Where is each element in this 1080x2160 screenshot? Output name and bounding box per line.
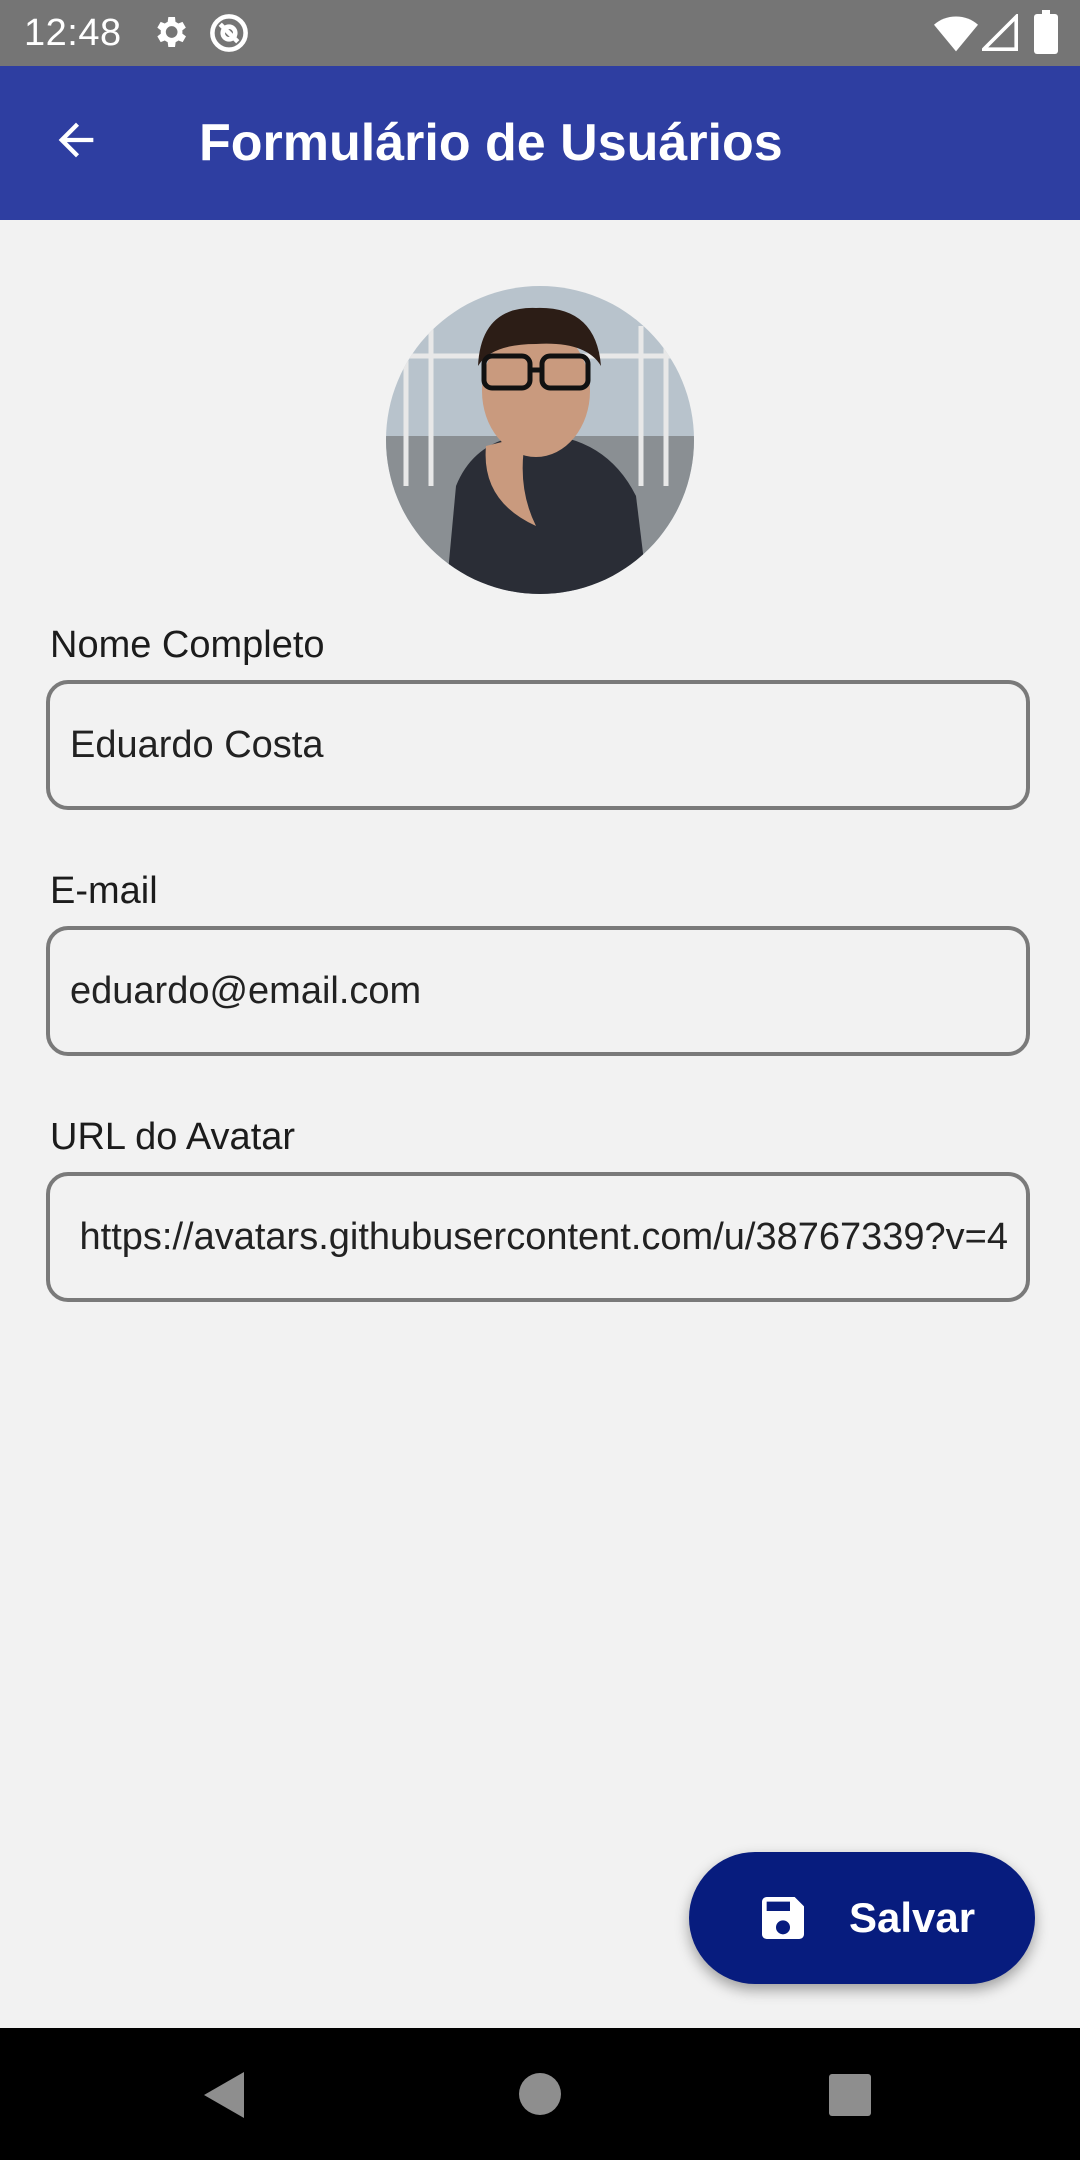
email-field[interactable]: eduardo@email.com	[46, 926, 1030, 1056]
wifi-icon	[934, 14, 978, 57]
name-field-value: Eduardo Costa	[70, 724, 324, 766]
at-sign-icon	[208, 12, 250, 59]
name-field-label: Nome Completo	[50, 624, 325, 666]
status-bar: 12:48	[0, 0, 1080, 66]
page-title: Formulário de Usuários	[199, 114, 783, 172]
home-circle-icon[interactable]	[518, 2072, 562, 2121]
status-time: 12:48	[24, 12, 122, 54]
save-icon	[755, 1890, 811, 1951]
save-button[interactable]: Salvar	[689, 1852, 1035, 1984]
system-nav-bar	[0, 2028, 1080, 2160]
recents-square-icon[interactable]	[829, 2074, 871, 2121]
back-triangle-icon[interactable]	[200, 2070, 246, 2125]
app-bar: Formulário de Usuários	[0, 66, 1080, 220]
email-field-label: E-mail	[50, 870, 158, 912]
avatar-url-field[interactable]: https://avatars.githubusercontent.com/u/…	[46, 1172, 1030, 1302]
save-button-label: Salvar	[849, 1894, 976, 1941]
battery-icon	[1034, 10, 1058, 59]
back-button[interactable]	[36, 102, 116, 182]
avatar	[386, 286, 694, 594]
gear-icon	[150, 12, 190, 57]
email-field-value: eduardo@email.com	[70, 970, 422, 1012]
cellular-signal-icon	[979, 12, 1018, 57]
name-field[interactable]: Eduardo Costa	[46, 680, 1030, 810]
avatar-url-field-value: https://avatars.githubusercontent.com/u/…	[79, 1216, 1008, 1258]
avatar-url-field-label: URL do Avatar	[50, 1116, 296, 1158]
arrow-left-icon	[50, 114, 102, 171]
